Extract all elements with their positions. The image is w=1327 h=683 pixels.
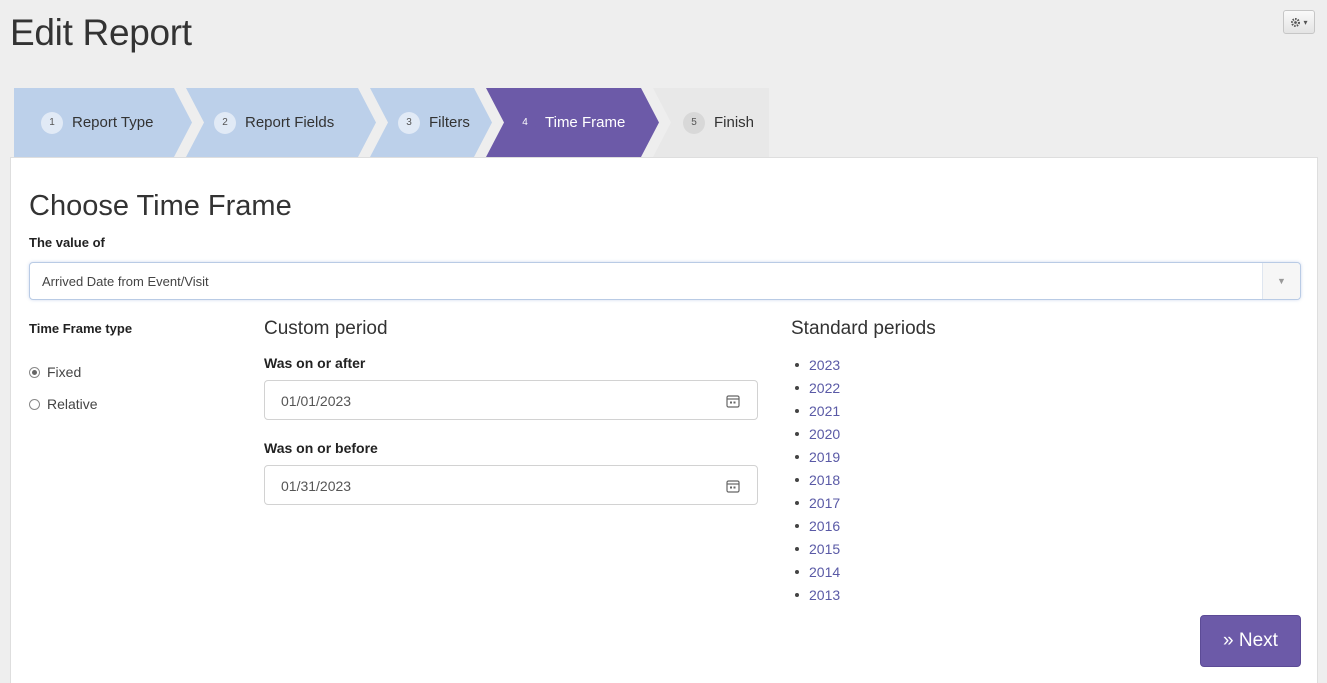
page-title: Edit Report bbox=[10, 12, 192, 53]
wizard-step-time-frame[interactable]: 4 Time Frame bbox=[486, 88, 659, 157]
on-or-before-label: Was on or before bbox=[264, 440, 378, 456]
wizard-step-report-type[interactable]: 1 Report Type bbox=[14, 88, 192, 157]
step-number: 4 bbox=[514, 111, 536, 134]
wizard-step-finish[interactable]: 5 Finish bbox=[653, 88, 769, 157]
period-link-2015[interactable]: 2015 bbox=[795, 537, 840, 560]
standard-periods-title: Standard periods bbox=[791, 318, 936, 339]
period-link-2013[interactable]: 2013 bbox=[795, 583, 840, 606]
step-label: Filters bbox=[429, 114, 470, 131]
radio-button-checked[interactable] bbox=[29, 366, 40, 378]
period-link-2018[interactable]: 2018 bbox=[795, 468, 840, 491]
date-value: 01/31/2023 bbox=[281, 478, 352, 494]
radio-button[interactable] bbox=[29, 398, 40, 410]
gear-icon bbox=[1291, 17, 1301, 27]
caret-down-icon: ▾ bbox=[1303, 17, 1308, 27]
period-link-2019[interactable]: 2019 bbox=[795, 445, 840, 468]
on-or-after-label: Was on or after bbox=[264, 355, 366, 371]
radio-label: Fixed bbox=[47, 364, 82, 380]
value-of-select[interactable]: Arrived Date from Event/Visit ▼ bbox=[29, 262, 1301, 300]
date-value: 01/01/2023 bbox=[281, 393, 352, 409]
step-label: Finish bbox=[714, 114, 755, 131]
period-link-2021[interactable]: 2021 bbox=[795, 399, 840, 422]
value-of-selected: Arrived Date from Event/Visit bbox=[42, 274, 209, 289]
period-link-2014[interactable]: 2014 bbox=[795, 560, 840, 583]
step-number: 3 bbox=[398, 111, 420, 134]
on-or-after-date-input[interactable]: 01/01/2023 bbox=[264, 380, 758, 420]
period-link-2020[interactable]: 2020 bbox=[795, 422, 840, 445]
standard-periods-list: 2023 2022 2021 2020 2019 2018 2017 2016 … bbox=[795, 353, 840, 606]
wizard-step-report-fields[interactable]: 2 Report Fields bbox=[186, 88, 376, 157]
step-label: Report Fields bbox=[245, 114, 335, 131]
next-button[interactable]: » Next bbox=[1200, 615, 1301, 667]
step-number: 1 bbox=[41, 111, 63, 134]
period-link-2023[interactable]: 2023 bbox=[795, 353, 840, 376]
radio-label: Relative bbox=[47, 396, 98, 412]
wizard-step-filters[interactable]: 3 Filters bbox=[370, 88, 492, 157]
step-label: Report Type bbox=[72, 114, 154, 131]
on-or-before-date-input[interactable]: 01/31/2023 bbox=[264, 465, 758, 505]
custom-period-title: Custom period bbox=[264, 318, 388, 339]
period-link-2017[interactable]: 2017 bbox=[795, 491, 840, 514]
time-frame-panel: Choose Time Frame The value of Arrived D… bbox=[10, 157, 1318, 683]
step-label: Time Frame bbox=[545, 114, 626, 131]
period-link-2022[interactable]: 2022 bbox=[795, 376, 840, 399]
value-of-label: The value of bbox=[29, 235, 105, 250]
step-number: 5 bbox=[683, 111, 705, 134]
radio-relative[interactable]: Relative bbox=[29, 396, 98, 412]
wizard-steps: 1 Report Type 2 Report Fields 3 Filters … bbox=[14, 88, 769, 157]
time-frame-type-label: Time Frame type bbox=[29, 321, 133, 336]
step-number: 2 bbox=[214, 111, 236, 134]
settings-dropdown-button[interactable]: ▾ bbox=[1283, 10, 1315, 34]
select-arrow-icon[interactable]: ▼ bbox=[1262, 263, 1300, 299]
radio-fixed[interactable]: Fixed bbox=[29, 364, 81, 380]
calendar-icon[interactable] bbox=[726, 394, 740, 408]
section-title: Choose Time Frame bbox=[29, 190, 292, 222]
calendar-icon[interactable] bbox=[726, 479, 740, 493]
period-link-2016[interactable]: 2016 bbox=[795, 514, 840, 537]
